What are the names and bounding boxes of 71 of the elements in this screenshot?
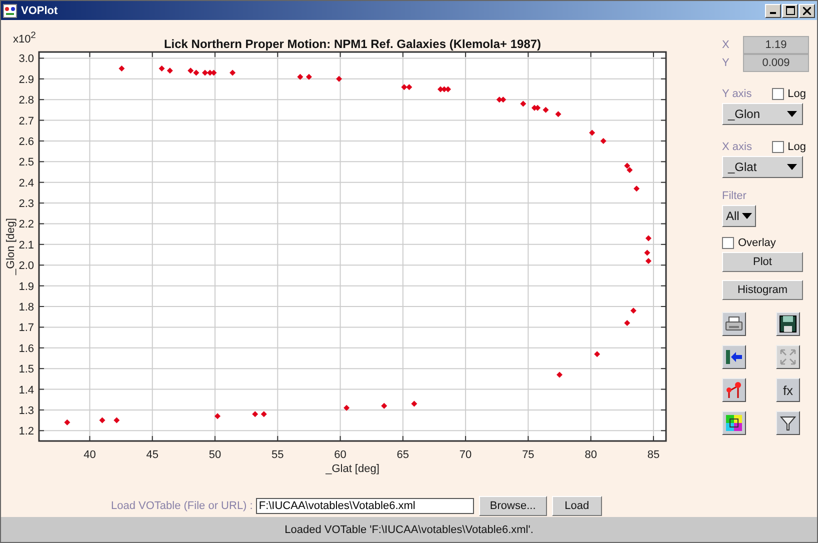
close-icon [803,6,811,14]
readout-label: X [722,39,730,51]
y-tick-label: 2.0 [18,260,34,272]
y-tick-label: 2.6 [18,136,34,148]
x-tick-label: 40 [84,449,96,461]
caret-icon [742,213,752,219]
app-icon [3,4,17,18]
y-tick-label: 1.6 [18,342,34,355]
axis-label: Y axis [722,88,752,100]
x-tick-label: 80 [584,449,597,461]
y-tick-label: 2.3 [18,198,34,210]
y-tick-label: 1.3 [18,404,34,417]
x-axis-label: _Glat [deg] [326,463,380,475]
minimize-icon [770,12,776,14]
filter-label: Filter [722,190,748,202]
overlay-checkbox[interactable]: Overlay [722,237,817,249]
readout-label: Y [722,57,730,69]
x-tick-label: 60 [334,449,346,461]
y-tick-label: 2.4 [18,177,34,190]
maximize-icon [786,6,794,15]
print-tool-button[interactable] [722,312,746,336]
histogram-button[interactable]: Histogram [722,280,803,300]
function-tool-button[interactable]: fx [776,378,800,402]
maximize-button[interactable] [782,4,798,18]
close-button[interactable] [799,4,815,18]
readout-value: 1.19 [743,36,809,54]
y-tick-label: 1.5 [18,364,34,376]
status-text: Loaded VOTable 'F:\IUCAA\votables\Votable6.xml'. [284,524,534,536]
window-title: VOPlot [21,4,58,16]
file-path-field[interactable]: F:\IUCAA\votables\Votable6.xml [256,498,474,514]
log-checkbox[interactable]: Log [772,88,806,100]
import-tool-button[interactable] [722,345,746,369]
y-tick-label: 1.9 [18,280,34,293]
caret-icon [787,111,797,117]
y-tick-label: 2.2 [18,218,34,231]
x-tick-label: 50 [208,449,222,461]
log-checkbox[interactable]: Log [772,141,806,153]
x-tick-label: 45 [146,449,158,461]
y-tick-label: 1.4 [18,384,34,396]
y-tick-label: 2.7 [18,115,34,128]
colors-tool-button[interactable] [722,411,746,435]
chart-title: Lick Northern Proper Motion: NPM1 Ref. Galaxies (Klemola+ 1987) [164,37,542,51]
y-tick-label: 3.0 [18,53,34,66]
plot-button[interactable]: Plot [722,252,803,272]
y-tick-label: 1.7 [18,322,34,334]
axis-dropdown[interactable]: _Glat [722,156,803,178]
x-tick-label: 55 [272,449,284,461]
axis-scale-label: x10$^{2}$ [13,30,36,46]
load-label: Load VOTable (File or URL) : [111,500,253,512]
browse-button[interactable]: Browse... [478,496,547,516]
x-tick-label: 85 [647,449,660,461]
x-tick-label: 65 [396,449,410,461]
y-tick-label: 1.2 [18,426,34,438]
y-tick-label: 1.8 [18,302,34,314]
y-axis-label: _Glon [deg] [5,218,17,275]
minimize-button[interactable] [765,4,781,18]
filter-tool-button[interactable] [776,411,800,435]
save-tool-button[interactable] [776,312,800,336]
y-tick-label: 2.9 [18,74,34,86]
y-tick-label: 2.5 [18,156,34,169]
caret-icon [787,164,797,170]
x-tick-label: 70 [459,449,472,461]
y-tick-label: 2.8 [18,94,34,107]
y-tick-label: 2.1 [18,239,34,252]
filter-dropdown[interactable]: All [722,205,756,227]
readout-value: 0.009 [743,54,809,72]
axis-dropdown[interactable]: _Glon [722,103,803,125]
axis-label: X axis [722,141,752,153]
marker-tool-button[interactable] [722,378,746,402]
load-button[interactable]: Load [552,496,602,516]
x-tick-label: 75 [522,449,534,461]
